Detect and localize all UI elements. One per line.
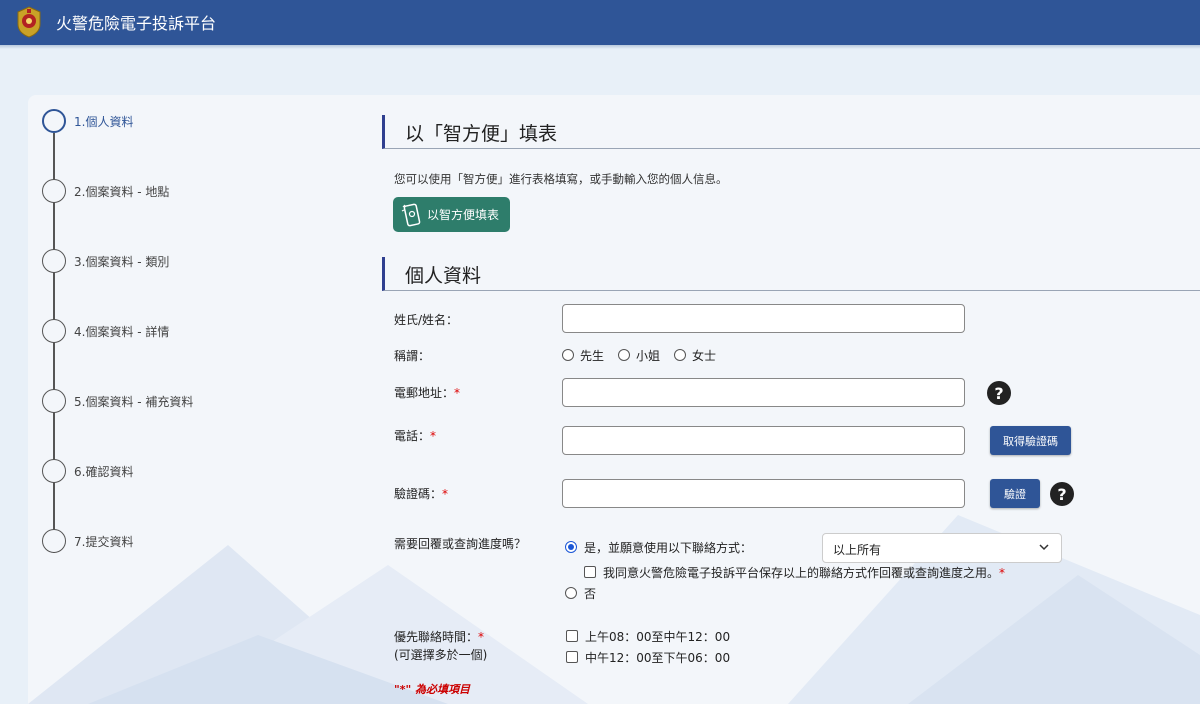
consent-text: 我同意火警危險電子投訴平台保存以上的聯絡方式作回覆或查詢進度之用。 xyxy=(603,566,1000,580)
top-bar: 火警危險電子投訴平台 xyxy=(0,0,1200,45)
time-morning-checkbox[interactable] xyxy=(566,630,578,642)
step-label: 4.個案資料 - 詳情 xyxy=(74,324,170,339)
step-3[interactable]: 3.個案資料 - 類別 xyxy=(42,249,169,273)
personal-section-heading: 個人資料 xyxy=(382,257,1200,291)
time-option-label: 上午08：00至中午12：00 xyxy=(585,630,731,644)
name-label: 姓氏/姓名： xyxy=(394,313,459,327)
verification-code-label: 驗證碼：* xyxy=(394,485,448,502)
step-circle xyxy=(42,319,66,343)
title-option-label: 先生 xyxy=(580,349,605,363)
step-6[interactable]: 6.確認資料 xyxy=(42,459,133,483)
phone-label-text: 電話： xyxy=(394,429,431,443)
title-label: 稱謂： xyxy=(394,349,431,363)
iamsmart-fill-button[interactable]: 以智方便填表 xyxy=(393,197,510,232)
step-circle xyxy=(42,179,66,203)
step-circle xyxy=(42,389,66,413)
main-panel: 1.個人資料 2.個案資料 - 地點 3.個案資料 - 類別 4.個案資料 - … xyxy=(28,95,1200,704)
reply-yes-radio[interactable] xyxy=(565,541,577,553)
step-label: 3.個案資料 - 類別 xyxy=(74,254,170,269)
iamsmart-section-heading: 以「智方便」填表 xyxy=(382,115,1200,149)
header-shadow xyxy=(0,45,1200,49)
step-label: 2.個案資料 - 地點 xyxy=(74,184,170,199)
app-title: 火警危險電子投訴平台 xyxy=(56,14,217,33)
step-7[interactable]: 7.提交資料 xyxy=(42,529,133,553)
step-label: 5.個案資料 - 補充資料 xyxy=(74,394,194,409)
required-fields-note: "*" 為必填項目 xyxy=(394,683,471,696)
reply-needed-label: 需要回覆或查詢進度嗎？ xyxy=(394,537,527,551)
section-title: 以「智方便」填表 xyxy=(405,123,558,145)
contact-method-select[interactable]: 以上所有 xyxy=(822,533,1062,563)
step-4[interactable]: 4.個案資料 - 詳情 xyxy=(42,319,169,343)
time-afternoon-checkbox[interactable] xyxy=(566,651,578,663)
email-label: 電郵地址：* xyxy=(394,384,460,401)
step-1[interactable]: 1.個人資料 xyxy=(42,109,133,133)
code-label-text: 驗證碼： xyxy=(394,487,443,501)
reply-no-label: 否 xyxy=(584,587,597,601)
iamsmart-button-label: 以智方便填表 xyxy=(427,208,500,222)
title-radio-ms[interactable] xyxy=(674,349,686,361)
contact-time-sublabel: (可選擇多於一個) xyxy=(394,648,488,662)
title-radio-mr[interactable] xyxy=(562,349,574,361)
step-circle xyxy=(42,109,66,133)
step-label: 1.個人資料 xyxy=(74,114,134,129)
time-label-text: 優先聯絡時間： xyxy=(394,630,479,644)
verification-code-input[interactable] xyxy=(562,479,965,508)
verification-help-icon[interactable]: ? xyxy=(1050,482,1074,506)
email-help-icon[interactable]: ? xyxy=(987,381,1011,405)
step-label: 7.提交資料 xyxy=(74,534,134,549)
iamsmart-description: 您可以使用「智方便」進行表格填寫，或手動輸入您的個人信息。 xyxy=(394,172,728,186)
step-5[interactable]: 5.個案資料 - 補充資料 xyxy=(42,389,193,413)
step-2[interactable]: 2.個案資料 - 地點 xyxy=(42,179,169,203)
step-circle xyxy=(42,529,66,553)
fire-services-logo-icon xyxy=(17,6,41,38)
step-label: 6.確認資料 xyxy=(74,464,134,479)
step-circle xyxy=(42,249,66,273)
title-radio-miss[interactable] xyxy=(618,349,630,361)
reply-no-radio[interactable] xyxy=(565,587,577,599)
required-mark: * xyxy=(454,386,461,400)
phone-input[interactable] xyxy=(562,426,965,455)
contact-method-value: 以上所有 xyxy=(833,543,882,557)
get-verification-code-button[interactable]: 取得驗證碼 xyxy=(990,426,1071,455)
verify-button[interactable]: 驗證 xyxy=(990,479,1040,508)
phone-label: 電話：* xyxy=(394,427,436,444)
required-mark: * xyxy=(999,566,1006,580)
consent-checkbox[interactable] xyxy=(584,566,596,578)
time-option-label: 中午12：00至下午06：00 xyxy=(585,651,731,665)
reply-yes-label: 是，並願意使用以下聯絡方式： xyxy=(584,541,753,555)
iamsmart-phone-icon xyxy=(401,203,421,226)
required-mark: * xyxy=(442,487,449,501)
name-input[interactable] xyxy=(562,304,965,333)
required-mark: * xyxy=(478,630,485,644)
title-option-label: 女士 xyxy=(692,349,717,363)
email-input[interactable] xyxy=(562,378,965,407)
email-label-text: 電郵地址： xyxy=(394,386,455,400)
contact-time-label: 優先聯絡時間：* xyxy=(394,628,484,645)
section-title: 個人資料 xyxy=(405,265,482,287)
consent-label: 我同意火警危險電子投訴平台保存以上的聯絡方式作回覆或查詢進度之用。* xyxy=(603,564,1005,581)
step-circle xyxy=(42,459,66,483)
title-option-label: 小姐 xyxy=(636,349,661,363)
chevron-down-icon xyxy=(1039,544,1049,551)
required-mark: * xyxy=(430,429,437,443)
